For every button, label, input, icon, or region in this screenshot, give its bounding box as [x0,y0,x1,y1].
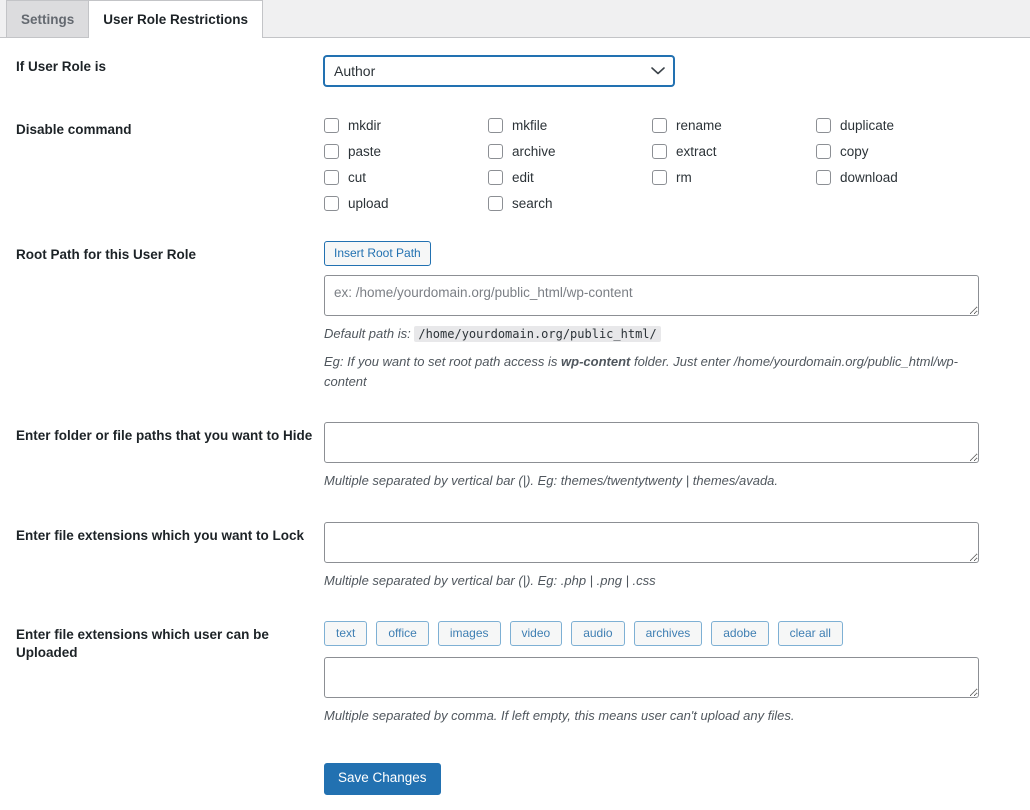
chip-audio[interactable]: audio [571,621,624,646]
label-root-path: Root Path for this User Role [16,226,324,407]
lock-extensions-textarea[interactable] [324,522,979,563]
checkbox-item-search[interactable]: search [488,196,652,211]
cell-hide-paths: Multiple separated by vertical bar (|). … [324,407,1014,506]
settings-form: If User Role is Author Disable command [0,38,1030,810]
cell-submit: Save Changes [324,741,1014,810]
label-user-role: If User Role is [16,38,324,101]
checkbox-label-edit: edit [512,170,534,185]
row-user-role: If User Role is Author [16,38,1014,101]
checkbox-copy[interactable] [816,144,831,159]
checkbox-label-cut: cut [348,170,366,185]
chip-text[interactable]: text [324,621,367,646]
row-upload-extensions: Enter file extensions which user can be … [16,606,1014,741]
cell-lock-extensions: Multiple separated by vertical bar (|). … [324,507,1014,606]
checkbox-label-mkfile: mkfile [512,118,547,133]
user-role-select[interactable]: Author [324,56,674,86]
label-upload-extensions: Enter file extensions which user can be … [16,606,324,741]
submit-spacer [16,741,324,810]
checkbox-item-paste[interactable]: paste [324,144,488,159]
checkbox-search[interactable] [488,196,503,211]
checkbox-download[interactable] [816,170,831,185]
checkbox-item-upload[interactable]: upload [324,196,488,211]
checkbox-item-mkdir[interactable]: mkdir [324,118,488,133]
tab-user-role-restrictions-label: User Role Restrictions [103,12,248,27]
row-root-path: Root Path for this User Role Insert Root… [16,226,1014,407]
checkbox-item-download[interactable]: download [816,170,980,185]
checkbox-label-rm: rm [676,170,692,185]
checkbox-item-duplicate[interactable]: duplicate [816,118,980,133]
row-lock-extensions: Enter file extensions which you want to … [16,507,1014,606]
tab-settings[interactable]: Settings [6,0,89,37]
upload-extensions-help: Multiple separated by comma. If left emp… [324,706,984,726]
checkbox-label-download: download [840,170,898,185]
checkbox-item-cut[interactable]: cut [324,170,488,185]
checkbox-label-rename: rename [676,118,722,133]
row-submit: Save Changes [16,741,1014,810]
checkbox-rename[interactable] [652,118,667,133]
hide-paths-help: Multiple separated by vertical bar (|). … [324,471,984,491]
checkbox-label-upload: upload [348,196,389,211]
checkbox-item-archive[interactable]: archive [488,144,652,159]
chip-adobe[interactable]: adobe [711,621,768,646]
grid-spacer [652,196,816,211]
chip-archives[interactable]: archives [634,621,703,646]
checkbox-duplicate[interactable] [816,118,831,133]
example-text-before: Eg: If you want to set root path access … [324,354,561,369]
checkbox-item-edit[interactable]: edit [488,170,652,185]
chip-video[interactable]: video [510,621,563,646]
default-path-prefix: Default path is: [324,326,411,341]
lock-extensions-help: Multiple separated by vertical bar (|). … [324,571,984,591]
hide-paths-textarea[interactable] [324,422,979,463]
label-disable-command: Disable command [16,101,324,226]
checkbox-label-archive: archive [512,144,556,159]
cell-user-role: Author [324,38,1014,101]
insert-root-path-button[interactable]: Insert Root Path [324,241,431,266]
checkbox-extract[interactable] [652,144,667,159]
checkbox-paste[interactable] [324,144,339,159]
checkbox-item-extract[interactable]: extract [652,144,816,159]
checkbox-label-mkdir: mkdir [348,118,381,133]
disable-command-grid: mkdir mkfile rename duplicate [324,118,1004,211]
tab-settings-label: Settings [21,12,74,27]
chip-images[interactable]: images [438,621,501,646]
tab-user-role-restrictions[interactable]: User Role Restrictions [88,0,263,37]
root-path-default-help: Default path is: /home/yourdomain.org/pu… [324,324,984,344]
checkbox-label-duplicate: duplicate [840,118,894,133]
checkbox-edit[interactable] [488,170,503,185]
row-hide-paths: Enter folder or file paths that you want… [16,407,1014,506]
row-disable-command: Disable command mkdir mkfile rename [16,101,1014,226]
user-role-select-wrap: Author [324,56,674,86]
checkbox-label-search: search [512,196,553,211]
checkbox-item-rename[interactable]: rename [652,118,816,133]
root-path-textarea[interactable] [324,275,979,316]
checkbox-rm[interactable] [652,170,667,185]
checkbox-item-copy[interactable]: copy [816,144,980,159]
label-lock-extensions: Enter file extensions which you want to … [16,507,324,606]
checkbox-upload[interactable] [324,196,339,211]
checkbox-label-extract: extract [676,144,717,159]
default-path-value: /home/yourdomain.org/public_html/ [414,326,660,342]
checkbox-mkdir[interactable] [324,118,339,133]
save-changes-button[interactable]: Save Changes [324,763,441,795]
tab-bar: Settings User Role Restrictions [0,0,1030,38]
checkbox-item-rm[interactable]: rm [652,170,816,185]
checkbox-label-copy: copy [840,144,869,159]
label-hide-paths: Enter folder or file paths that you want… [16,407,324,506]
cell-upload-extensions: text office images video audio archives … [324,606,1014,741]
checkbox-cut[interactable] [324,170,339,185]
example-text-bold: wp-content [561,354,630,369]
root-path-example-help: Eg: If you want to set root path access … [324,352,984,392]
upload-extension-chip-row: text office images video audio archives … [324,621,1004,646]
checkbox-mkfile[interactable] [488,118,503,133]
grid-spacer [816,196,980,211]
upload-extensions-textarea[interactable] [324,657,979,698]
form-table: If User Role is Author Disable command [16,38,1014,810]
checkbox-label-paste: paste [348,144,381,159]
cell-root-path: Insert Root Path Default path is: /home/… [324,226,1014,407]
chip-office[interactable]: office [376,621,428,646]
checkbox-item-mkfile[interactable]: mkfile [488,118,652,133]
cell-disable-command: mkdir mkfile rename duplicate [324,101,1014,226]
chip-clear-all[interactable]: clear all [778,621,843,646]
checkbox-archive[interactable] [488,144,503,159]
